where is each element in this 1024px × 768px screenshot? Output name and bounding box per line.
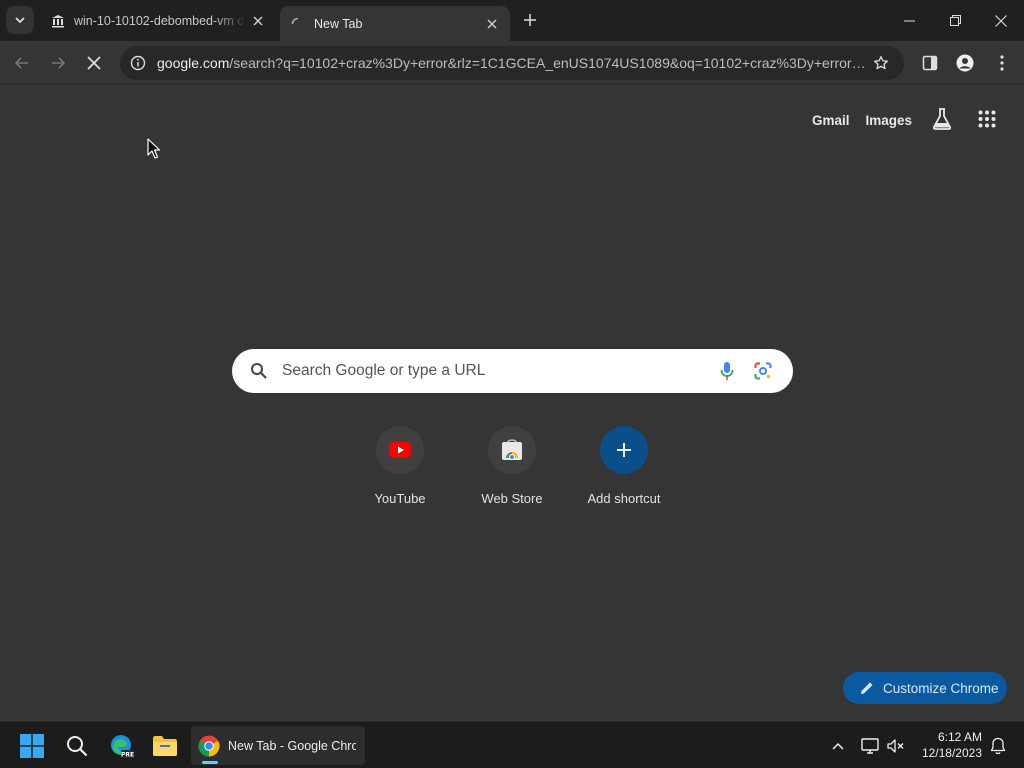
address-bar[interactable]: google.com/search?q=10102+craz%3Dy+error… [120,46,904,80]
forward-button[interactable] [44,49,72,77]
plus-icon [600,426,648,474]
search-icon [251,363,267,379]
chevron-down-icon [15,17,25,24]
chrome-icon [198,735,220,756]
chevron-up-icon [832,742,844,750]
search-box[interactable]: Search Google or type a URL [232,349,793,393]
voice-search-button[interactable] [716,360,738,382]
flask-icon [932,108,952,130]
tab-close-button[interactable] [482,14,502,34]
google-lens-button[interactable] [752,360,774,382]
taskbar-search-button[interactable] [55,726,99,765]
bookmark-star-button[interactable] [866,48,896,78]
close-icon [487,18,497,29]
toolbar: google.com/search?q=10102+craz%3Dy+error… [0,41,1024,85]
system-clock[interactable]: 6:12 AM 12/18/2023 [922,729,982,761]
site-info-icon[interactable] [129,54,147,72]
folder-icon [153,735,177,756]
youtube-icon [376,426,424,474]
bell-icon [990,737,1006,754]
chrome-menu-button[interactable] [988,49,1016,77]
windows-logo-icon [20,733,44,758]
shortcut-add[interactable]: Add shortcut [568,426,680,516]
shortcut-label: YouTube [374,491,426,506]
active-window-indicator [202,761,218,764]
images-link[interactable]: Images [866,113,913,128]
star-icon [874,56,888,70]
bank-icon [50,13,66,29]
stop-button[interactable] [80,49,108,77]
plus-icon [524,14,536,26]
start-button[interactable] [10,726,54,765]
close-icon [253,15,263,26]
side-panel-icon [922,55,938,71]
customize-label: Customize Chrome [883,680,999,696]
account-icon [956,54,974,72]
show-hidden-icons-button[interactable] [826,726,850,765]
tab-title: New Tab [314,16,363,31]
taskbar-chrome-window[interactable]: New Tab - Google Chrome [191,726,365,765]
minimize-icon [903,20,915,22]
arrow-right-icon [52,57,66,69]
shortcut-label: Add shortcut [587,491,661,506]
url-path: /search?q=10102+craz%3Dy+error&rlz=1C1GC… [229,55,866,71]
google-top-links: Gmail Images [812,108,996,133]
close-window-button[interactable] [978,0,1024,41]
clock-time: 6:12 AM [937,730,982,744]
pencil-icon [861,682,873,694]
more-vert-icon [1000,55,1004,71]
tab-title: win-10-10102-debombed-vm c [74,13,244,28]
web-store-icon [488,426,536,474]
tab-strip: win-10-10102-debombed-vm c New Tab [0,0,1024,41]
volume-button[interactable] [884,726,908,765]
url-host: google.com [157,55,230,71]
svg-text:PRE: PRE [121,751,134,758]
url-text[interactable]: google.com/search?q=10102+craz%3Dy+error… [157,55,866,71]
loading-spinner-icon [290,16,306,32]
taskbar-window-title: New Tab - Google Chrome [228,738,356,753]
restore-icon [949,15,961,26]
shortcut-label: Web Store [481,491,543,506]
arrow-left-icon [14,57,28,69]
mouse-cursor-icon [147,138,160,159]
shortcut-youtube[interactable]: YouTube [344,426,456,516]
network-button[interactable] [858,726,882,765]
gmail-link[interactable]: Gmail [812,113,850,128]
taskbar: PRE New Tab - Google Chrome 6:12 AM 12/1… [0,721,1024,768]
new-tab-button[interactable] [518,8,542,32]
customize-chrome-button[interactable]: Customize Chrome [843,672,1007,704]
shortcut-web-store[interactable]: Web Store [456,426,568,516]
clock-date: 12/18/2023 [921,746,982,760]
close-icon [995,14,1007,27]
tab-search-button[interactable] [6,6,34,34]
profile-button[interactable] [951,49,979,77]
network-monitor-icon [861,737,879,754]
google-apps-button[interactable] [978,110,996,131]
stop-x-icon [87,56,101,70]
apps-grid-icon [978,110,996,128]
speaker-muted-icon [887,738,904,753]
side-panel-button[interactable] [916,49,944,77]
minimize-button[interactable] [886,0,932,41]
tab-inactive[interactable]: win-10-10102-debombed-vm c [40,0,276,41]
notifications-button[interactable] [986,726,1010,765]
search-placeholder: Search Google or type a URL [282,362,486,379]
tab-close-button[interactable] [248,11,268,31]
search-icon [67,735,88,756]
back-button[interactable] [8,49,36,77]
edge-beta-button[interactable]: PRE [100,726,144,765]
restore-button[interactable] [932,0,978,41]
edge-icon: PRE [111,734,134,758]
file-explorer-button[interactable] [143,726,187,765]
lens-icon [754,362,772,380]
microphone-icon [720,362,734,380]
tab-active[interactable]: New Tab [280,6,510,41]
labs-button[interactable] [932,108,952,133]
